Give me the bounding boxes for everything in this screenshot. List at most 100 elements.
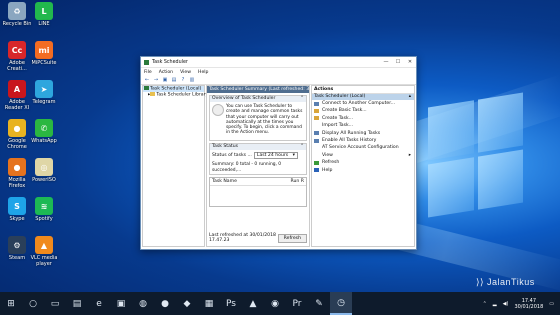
desktop-icon[interactable]: A Adobe Reader XI — [2, 80, 32, 111]
mi-icon: mi — [35, 41, 53, 59]
refresh-button[interactable]: Refresh — [277, 233, 307, 243]
up-icon[interactable]: ▣ — [162, 77, 168, 83]
help-icon — [314, 168, 319, 173]
minimize-button[interactable]: — — [380, 59, 392, 65]
column-task-name[interactable]: Task Name — [212, 179, 237, 184]
task-scheduler-window: Task Scheduler — ☐ ✕ File Action View He… — [140, 56, 417, 250]
menu-view[interactable]: View — [180, 70, 191, 75]
start-icon[interactable]: ⊞ — [0, 292, 22, 315]
line-icon: L — [35, 2, 53, 20]
action-item-label: Refresh — [322, 160, 340, 166]
desktop-icon[interactable]: ◎ PowerISO — [29, 158, 59, 183]
desktop-icon[interactable]: S Skype — [2, 197, 32, 222]
back-icon[interactable]: ← — [144, 77, 150, 83]
system-tray: ⌃ ▂ ◀) 17.47 30/01/2018 ▭ — [483, 292, 554, 315]
desktop-icon-label: WhatsApp — [31, 138, 57, 144]
desktop-icon-label: Spotify — [35, 216, 53, 222]
summary-header: Task Scheduler Summary (Last refreshed: … — [207, 86, 309, 93]
forward-icon[interactable]: → — [153, 77, 159, 83]
action-list: Connect to Another Computer... Create Bas… — [312, 100, 414, 174]
premiere-icon[interactable]: Pr — [286, 292, 308, 315]
steam-icon: ⚙ — [8, 236, 26, 254]
overview-title: Overview of Task Scheduler — [212, 96, 276, 101]
submenu-arrow-icon: ▸ — [408, 152, 411, 158]
desktop-icon-label: VLC media player — [30, 255, 58, 267]
desktop-icon-label: Mozilla Firefox — [8, 177, 26, 189]
help-toolbar-icon[interactable]: ? — [180, 77, 186, 83]
jalantikus-logo-icon: ⟩⟩ — [476, 277, 488, 287]
tree-item-library[interactable]: ▸ Task Scheduler Library — [143, 92, 208, 98]
action-item[interactable]: Import Task... — [312, 122, 414, 129]
firefox-icon: ● — [8, 158, 26, 176]
desktop-icon-label: Steam — [8, 255, 26, 261]
action-item[interactable]: Connect to Another Computer... — [312, 100, 414, 107]
app-icon-1[interactable]: ◆ — [176, 292, 198, 315]
chrome-taskbar-icon[interactable]: ● — [154, 292, 176, 315]
notification-icon[interactable]: ▭ — [549, 301, 554, 307]
collapse-icon[interactable]: ⌃ — [300, 144, 304, 150]
desktop-icon-label: Google Chrome — [7, 138, 27, 150]
action-item[interactable]: Help — [312, 167, 414, 174]
whatsapp-icon: ✆ — [35, 119, 53, 137]
edge-icon[interactable]: e — [88, 292, 110, 315]
photoshop-icon[interactable]: Ps — [220, 292, 242, 315]
running-tasks-icon — [314, 131, 319, 136]
action-item[interactable]: Refresh — [312, 159, 414, 166]
app-icon-5[interactable]: ✎ — [308, 292, 330, 315]
desktop-icon[interactable]: L LINE — [29, 2, 59, 27]
desktop-icon[interactable]: Cc Adobe Creati... — [2, 41, 32, 72]
desktop-icon[interactable]: ♻ Recycle Bin — [2, 2, 32, 27]
menu-action[interactable]: Action — [159, 70, 173, 75]
desktop-icon[interactable]: mi MiPCSuite — [29, 41, 59, 66]
action-item[interactable]: Enable All Tasks History — [312, 137, 414, 144]
action-item[interactable]: Create Task... — [312, 115, 414, 122]
desktop-icon[interactable]: ● Google Chrome — [2, 119, 32, 150]
scheduler-icon — [144, 86, 149, 90]
blank-icon — [314, 153, 319, 158]
action-item-label: Import Task... — [322, 123, 354, 129]
task-view-icon[interactable]: ▭ — [44, 292, 66, 315]
action-item[interactable]: AT Service Account Configuration — [312, 144, 414, 151]
clock[interactable]: 17.47 30/01/2018 — [514, 298, 543, 310]
search-icon[interactable]: ○ — [22, 292, 44, 315]
summary-pane: Task Scheduler Summary (Last refreshed: … — [206, 85, 310, 247]
task-scheduler-taskbar-icon[interactable]: ◷ — [330, 292, 352, 315]
action-item[interactable]: View ▸ — [312, 152, 414, 159]
desktop-icon[interactable]: ⚙ Steam — [2, 236, 32, 261]
column-run-result[interactable]: Run R — [291, 179, 304, 184]
app-icon-4[interactable]: ◉ — [264, 292, 286, 315]
explorer-icon[interactable]: ▤ — [66, 292, 88, 315]
action-item[interactable]: Create Basic Task... — [312, 107, 414, 114]
desktop-icon[interactable]: ≋ Spotify — [29, 197, 59, 222]
maximize-button[interactable]: ☐ — [392, 59, 404, 65]
desktop-icon-label: LINE — [38, 21, 50, 27]
up-arrow-icon[interactable]: ⌃ — [483, 301, 487, 307]
taskbar: ⊞ ○ ▭ ▤ e ▣ ◍ ● ◆ ▦ Ps ▲ ◉ Pr ✎ ◷ ⌃ ▂ ◀) 17.47 30/01/201… — [0, 292, 560, 315]
folder-icon — [150, 92, 156, 96]
volume-icon[interactable]: ◀) — [503, 301, 509, 307]
desktop-icon-label: Skype — [9, 216, 25, 222]
task-grid[interactable]: Task Name Run R — [209, 177, 307, 207]
show-hide-pane-icon[interactable]: ▥ — [189, 77, 195, 83]
close-button[interactable]: ✕ — [404, 59, 416, 65]
desktop-icon[interactable]: ● Mozilla Firefox — [2, 158, 32, 189]
properties-icon[interactable]: ▤ — [171, 77, 177, 83]
app-icon-2[interactable]: ▦ — [198, 292, 220, 315]
xbox-icon[interactable]: ◍ — [132, 292, 154, 315]
store-icon[interactable]: ▣ — [110, 292, 132, 315]
chevron-down-icon: ▾ — [292, 153, 295, 158]
desktop-icon[interactable]: ✆ WhatsApp — [29, 119, 59, 144]
title-bar[interactable]: Task Scheduler — ☐ ✕ — [141, 57, 416, 68]
action-item[interactable]: Display All Running Tasks — [312, 130, 414, 137]
menu-help[interactable]: Help — [198, 70, 208, 75]
collapse-icon[interactable]: ⌃ — [300, 96, 304, 102]
refresh-icon — [314, 160, 319, 165]
desktop-icon[interactable]: ▲ VLC media player — [29, 236, 59, 267]
adobe-reader-icon: A — [8, 80, 26, 98]
action-item-label: Display All Running Tasks — [322, 130, 381, 136]
status-period-select[interactable]: Last 24 hours ▾ — [253, 152, 298, 159]
desktop-icon[interactable]: ➤ Telegram — [29, 80, 59, 105]
network-icon[interactable]: ▂ — [493, 301, 497, 307]
app-icon-3[interactable]: ▲ — [242, 292, 264, 315]
menu-file[interactable]: File — [144, 70, 152, 75]
